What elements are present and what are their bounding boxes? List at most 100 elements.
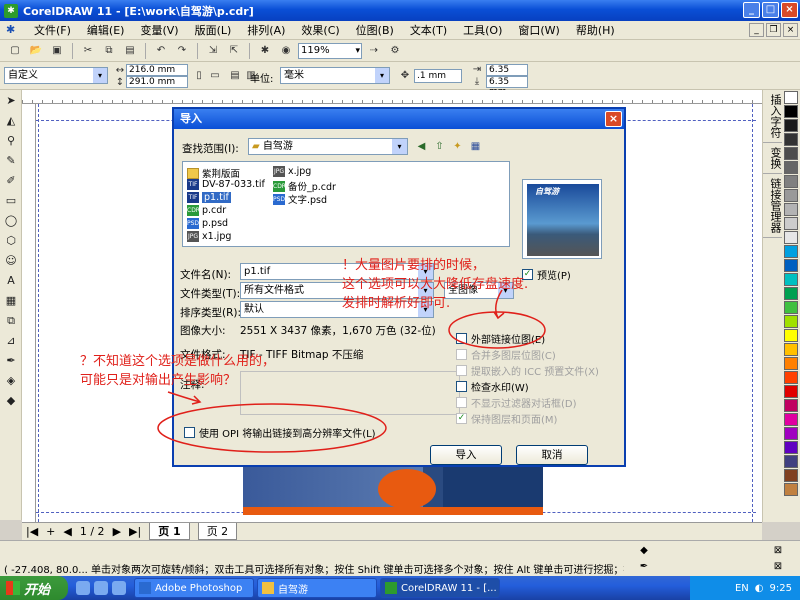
interactive-blend-tool-icon[interactable]: ⧉ [1, 312, 21, 330]
polygon-tool-icon[interactable]: ⬡ [1, 232, 21, 250]
file-item[interactable]: TIF p1.tif [187, 192, 231, 203]
combine-layers-checkbox[interactable]: 合并多图层位图(C) [456, 347, 556, 362]
color-swatch[interactable] [784, 455, 798, 468]
interactive-fill-tool-icon[interactable]: ◆ [1, 392, 21, 410]
docker-tab-link-manager[interactable]: 链接管理器 [763, 174, 783, 238]
page-tab-2[interactable]: 页 2 [197, 523, 238, 540]
table-tool-icon[interactable]: ▦ [1, 292, 21, 310]
color-swatch[interactable] [784, 217, 798, 230]
preview-checkbox[interactable]: ✓ 预览(P) [522, 267, 571, 282]
taskbar-item-coreldraw[interactable]: CorelDRAW 11 - [... [380, 578, 500, 598]
menu-help[interactable]: 帮助(H) [568, 22, 623, 38]
color-swatch[interactable] [784, 343, 798, 356]
look-in-select[interactable]: ▰ 自驾游 ▾ [248, 138, 408, 155]
color-swatch[interactable] [784, 483, 798, 496]
color-swatch[interactable] [784, 189, 798, 202]
duplicate-x-field[interactable]: 6.35 mm [486, 64, 528, 85]
file-item[interactable]: PSD 文字.psd [273, 192, 327, 206]
ellipse-tool-icon[interactable]: ◯ [1, 212, 21, 230]
add-page-icon[interactable]: + [46, 525, 55, 538]
all-pages-icon[interactable]: ▤ [228, 69, 242, 83]
undo-icon[interactable]: ↶ [152, 43, 170, 59]
color-swatch[interactable] [784, 161, 798, 174]
paste-icon[interactable]: ▤ [121, 43, 139, 59]
doc-restore-button[interactable]: ❐ [766, 23, 781, 37]
color-swatch[interactable] [784, 119, 798, 132]
eyedropper-tool-icon[interactable]: ⊿ [1, 332, 21, 350]
external-link-checkbox[interactable]: 外部链接位图(E) [456, 331, 545, 346]
keep-layers-checkbox[interactable]: ✓ 保持图层和页面(M) [456, 411, 557, 426]
color-swatch[interactable] [784, 385, 798, 398]
file-item[interactable]: 紫荆版面 [187, 166, 240, 180]
pick-tool-icon[interactable]: ➤ [1, 92, 21, 110]
color-swatch[interactable] [784, 231, 798, 244]
color-swatch[interactable] [784, 469, 798, 482]
page-height-field[interactable]: 291.0 mm [126, 76, 188, 88]
corel-online-icon[interactable]: ◉ [277, 43, 295, 59]
menu-text[interactable]: 文本(T) [402, 22, 455, 38]
next-page-icon[interactable]: ▶ [113, 525, 121, 538]
doc-close-button[interactable]: × [783, 23, 798, 37]
shape-tool-icon[interactable]: ◭ [1, 112, 21, 130]
opi-checkbox[interactable]: 使用 OPI 将输出链接到高分辨率文件(L) [184, 425, 376, 440]
landscape-icon[interactable]: ▭ [208, 69, 222, 83]
menu-effects[interactable]: 效果(C) [293, 22, 347, 38]
color-swatch[interactable] [784, 287, 798, 300]
horizontal-ruler[interactable] [22, 90, 762, 104]
language-indicator[interactable]: EN [735, 583, 749, 594]
color-swatch[interactable] [784, 357, 798, 370]
import-icon[interactable]: ⇲ [204, 43, 222, 59]
color-swatch[interactable] [784, 315, 798, 328]
zoom-level-select[interactable]: 119% [298, 42, 362, 59]
color-swatch[interactable] [784, 399, 798, 412]
no-filter-dialog-checkbox[interactable]: 不显示过滤器对话框(D) [456, 395, 577, 410]
extract-icc-checkbox[interactable]: 提取嵌入的 ICC 预置文件(X) [456, 363, 599, 378]
redo-icon[interactable]: ↷ [173, 43, 191, 59]
close-button[interactable]: × [781, 2, 798, 18]
coreldraw-app-icon[interactable]: ✱ [4, 3, 18, 18]
freehand-tool-icon[interactable]: ✎ [1, 152, 21, 170]
menu-arrange[interactable]: 排列(A) [239, 22, 293, 38]
color-swatch[interactable] [784, 413, 798, 426]
page-artwork[interactable] [243, 465, 543, 515]
color-swatch[interactable] [784, 329, 798, 342]
menu-layout[interactable]: 版面(L) [187, 22, 240, 38]
page-width-field[interactable]: 216.0 mm [126, 64, 188, 76]
color-swatch[interactable] [784, 91, 798, 104]
color-swatch[interactable] [784, 441, 798, 454]
outline-none-icon[interactable]: ⊠ [770, 561, 786, 575]
color-swatch[interactable] [784, 259, 798, 272]
save-icon[interactable]: ▣ [48, 43, 66, 59]
file-item[interactable]: TIF DV-87-033.tif [187, 179, 265, 190]
document-icon[interactable]: ✱ [6, 23, 20, 37]
color-swatch[interactable] [784, 203, 798, 216]
import-button[interactable]: 导入 [430, 445, 502, 465]
outline-status-icon[interactable]: ✒ [636, 561, 652, 575]
last-page-icon[interactable]: ▶| [129, 525, 141, 538]
cancel-button[interactable]: 取消 [516, 445, 588, 465]
fill-tool-icon[interactable]: ◈ [1, 372, 21, 390]
quick-launch-desktop-icon[interactable] [112, 581, 126, 595]
file-item[interactable]: CDR 备份_p.cdr [273, 179, 336, 193]
color-swatch[interactable] [784, 245, 798, 258]
prev-page-icon[interactable]: ◀ [63, 525, 71, 538]
color-swatch[interactable] [784, 147, 798, 160]
text-tool-icon[interactable]: A [1, 272, 21, 290]
file-list[interactable]: 紫荆版面 TIF DV-87-033.tif TIF p1.tif CDR p.cdr PSD… [182, 161, 510, 247]
doc-minimize-button[interactable]: _ [749, 23, 764, 37]
menu-bitmaps[interactable]: 位图(B) [348, 22, 402, 38]
up-folder-icon[interactable]: ⇧ [432, 139, 447, 154]
taskbar-item-photoshop[interactable]: Adobe Photoshop [134, 578, 254, 598]
check-watermark-checkbox[interactable]: 检查水印(W) [456, 379, 529, 394]
basic-shapes-tool-icon[interactable]: ☺ [1, 252, 21, 270]
first-page-icon[interactable]: |◀ [26, 525, 38, 538]
maximize-button[interactable]: □ [762, 2, 779, 18]
back-icon[interactable]: ◀ [414, 139, 429, 154]
snap-options-icon[interactable]: ⇢ [365, 43, 383, 59]
color-swatch[interactable] [784, 301, 798, 314]
menu-window[interactable]: 窗口(W) [510, 22, 567, 38]
open-icon[interactable]: 📂 [27, 43, 45, 59]
dialog-close-button[interactable]: × [605, 111, 622, 127]
options-icon[interactable]: ⚙ [386, 43, 404, 59]
nudge-distance-field[interactable]: .1 mm [414, 69, 462, 83]
